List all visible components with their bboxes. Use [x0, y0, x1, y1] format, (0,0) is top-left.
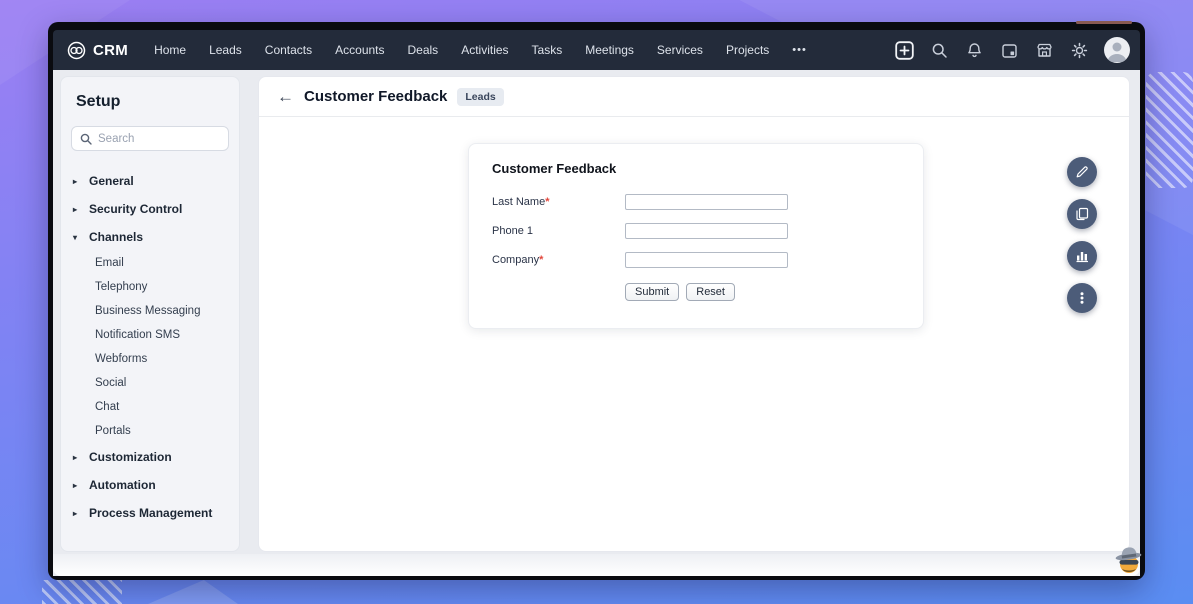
duplicate-form-button[interactable] — [1067, 199, 1097, 229]
settings-gear-icon[interactable] — [1069, 40, 1089, 60]
nav-item-leads[interactable]: Leads — [209, 43, 242, 57]
stripe-pattern-bottom-left — [42, 580, 122, 604]
nav-actions — [894, 37, 1130, 63]
chevron-right-icon: ▸ — [73, 509, 81, 518]
kebab-menu-icon — [1075, 291, 1089, 305]
user-avatar[interactable] — [1104, 37, 1130, 63]
search-icon[interactable] — [929, 40, 949, 60]
module-badge: Leads — [457, 88, 503, 106]
field-label-last-name: Last Name* — [492, 196, 625, 208]
page-title: Customer Feedback — [304, 88, 447, 105]
sidebar-item-chat[interactable]: Chat — [61, 395, 239, 419]
nav-item-contacts[interactable]: Contacts — [265, 43, 312, 57]
form-field-row: Last Name* — [492, 194, 788, 210]
sidebar-search[interactable] — [71, 126, 229, 151]
reset-button[interactable]: Reset — [686, 283, 735, 301]
page-header: ← Customer Feedback Leads — [259, 77, 1129, 117]
window-footer-strip — [53, 554, 1140, 576]
sidebar-item-general[interactable]: ▸ General — [61, 167, 239, 195]
nav-item-accounts[interactable]: Accounts — [335, 43, 384, 57]
search-input[interactable] — [98, 133, 218, 145]
form-field-row: Phone 1 — [492, 223, 788, 239]
back-arrow-icon[interactable]: ← — [277, 88, 294, 105]
create-plus-icon[interactable] — [894, 40, 914, 60]
nav-item-home[interactable]: Home — [154, 43, 186, 57]
duplicate-icon — [1075, 207, 1089, 221]
nav-menu: Home Leads Contacts Accounts Deals Activ… — [154, 43, 807, 57]
submit-button[interactable]: Submit — [625, 283, 679, 301]
stripe-pattern-right — [1146, 72, 1193, 188]
brand-label: CRM — [93, 42, 128, 59]
sidebar-item-security-control[interactable]: ▸ Security Control — [61, 195, 239, 223]
form-analytics-button[interactable] — [1067, 241, 1097, 271]
sidebar-item-label: Process Management — [89, 506, 212, 520]
nav-overflow-menu[interactable]: ••• — [792, 44, 807, 56]
form-buttons: Submit Reset — [625, 283, 735, 301]
sidebar-item-notification-sms[interactable]: Notification SMS — [61, 323, 239, 347]
sidebar-item-label: Channels — [89, 230, 143, 244]
sidebar-item-webforms[interactable]: Webforms — [61, 347, 239, 371]
form-field-row: Company* — [492, 252, 788, 268]
nav-item-services[interactable]: Services — [657, 43, 703, 57]
nav-item-tasks[interactable]: Tasks — [532, 43, 563, 57]
setup-sidebar: Setup ▸ General ▸ Security Control — [60, 76, 240, 552]
field-label-phone: Phone 1 — [492, 225, 625, 237]
sidebar-item-portals[interactable]: Portals — [61, 419, 239, 443]
sidebar-item-channels[interactable]: ▾ Channels — [61, 223, 239, 251]
desktop-background: CRM Home Leads Contacts Accounts Deals A… — [0, 0, 1193, 604]
last-name-input[interactable] — [625, 194, 788, 210]
sidebar-item-process-management[interactable]: ▸ Process Management — [61, 499, 239, 527]
browser-window: CRM Home Leads Contacts Accounts Deals A… — [48, 22, 1145, 580]
crm-rings-icon — [67, 41, 86, 60]
nav-item-meetings[interactable]: Meetings — [585, 43, 634, 57]
form-title: Customer Feedback — [492, 161, 616, 176]
chevron-right-icon: ▸ — [73, 481, 81, 490]
sidebar-item-social[interactable]: Social — [61, 371, 239, 395]
nav-item-projects[interactable]: Projects — [726, 43, 769, 57]
more-options-button[interactable] — [1067, 283, 1097, 313]
required-asterisk: * — [539, 254, 543, 266]
search-icon — [80, 133, 92, 145]
sidebar-item-label: Automation — [89, 478, 156, 492]
chevron-down-icon: ▾ — [73, 233, 81, 242]
sidebar-item-label: Customization — [89, 450, 172, 464]
chevron-right-icon: ▸ — [73, 453, 81, 462]
company-input[interactable] — [625, 252, 788, 268]
sidebar-item-business-messaging[interactable]: Business Messaging — [61, 299, 239, 323]
calendar-icon[interactable] — [999, 40, 1019, 60]
nav-item-deals[interactable]: Deals — [408, 43, 439, 57]
required-asterisk: * — [545, 196, 549, 208]
chevron-right-icon: ▸ — [73, 205, 81, 214]
window-accent-bar — [1076, 21, 1132, 24]
sidebar-item-label: General — [89, 174, 134, 188]
background-triangle-bottom — [148, 580, 238, 604]
sidebar-item-label: Security Control — [89, 202, 182, 216]
top-navigation-bar: CRM Home Leads Contacts Accounts Deals A… — [53, 30, 1140, 70]
phone-input[interactable] — [625, 223, 788, 239]
sidebar-item-automation[interactable]: ▸ Automation — [61, 471, 239, 499]
field-label-company: Company* — [492, 254, 625, 266]
edit-form-button[interactable] — [1067, 157, 1097, 187]
sidebar-item-customization[interactable]: ▸ Customization — [61, 443, 239, 471]
marketplace-icon[interactable] — [1034, 40, 1054, 60]
sidebar-item-email[interactable]: Email — [61, 251, 239, 275]
incognito-mascot-icon — [1110, 540, 1146, 581]
webform-preview-card: Customer Feedback Last Name* Phone 1 — [468, 143, 924, 329]
chevron-right-icon: ▸ — [73, 177, 81, 186]
bar-chart-icon — [1075, 249, 1089, 263]
crm-logo[interactable]: CRM — [67, 41, 128, 60]
sidebar-title: Setup — [61, 93, 239, 111]
notifications-bell-icon[interactable] — [964, 40, 984, 60]
pencil-icon — [1075, 165, 1089, 179]
nav-item-activities[interactable]: Activities — [461, 43, 508, 57]
main-panel: ← Customer Feedback Leads Customer Feedb… — [258, 76, 1130, 552]
setup-page: Setup ▸ General ▸ Security Control — [53, 70, 1140, 576]
sidebar-item-telephony[interactable]: Telephony — [61, 275, 239, 299]
